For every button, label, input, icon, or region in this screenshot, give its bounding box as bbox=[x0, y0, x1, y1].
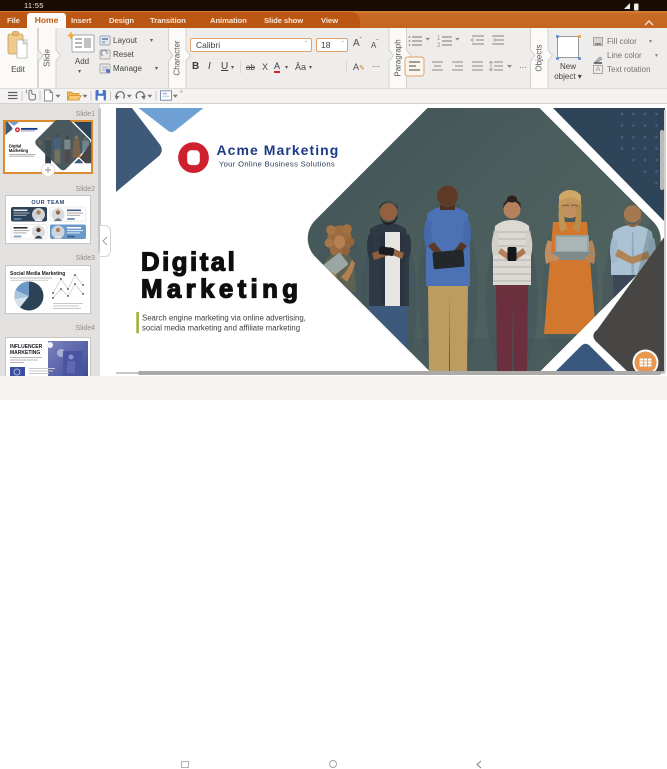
svg-text:Social Media Marketing: Social Media Marketing bbox=[10, 271, 65, 277]
svg-text:Marketing: Marketing bbox=[141, 276, 302, 304]
svg-text:⋯: ⋯ bbox=[519, 63, 527, 72]
svg-text:Digital: Digital bbox=[141, 249, 237, 277]
svg-text:2: 2 bbox=[437, 43, 441, 49]
svg-text:social media marketing and aff: social media marketing and affiliate mar… bbox=[142, 323, 300, 332]
svg-text:MARKETING: MARKETING bbox=[10, 350, 40, 356]
svg-text:Search engine marketing via on: Search engine marketing via online adver… bbox=[142, 313, 306, 322]
svg-text:1: 1 bbox=[437, 36, 441, 42]
svg-text:Marketing: Marketing bbox=[9, 148, 29, 153]
svg-text:Acme Marketing: Acme Marketing bbox=[217, 142, 340, 158]
svg-text:OUR TEAM: OUR TEAM bbox=[31, 200, 64, 206]
svg-text:Your Online Business Solutions: Your Online Business Solutions bbox=[219, 159, 335, 168]
